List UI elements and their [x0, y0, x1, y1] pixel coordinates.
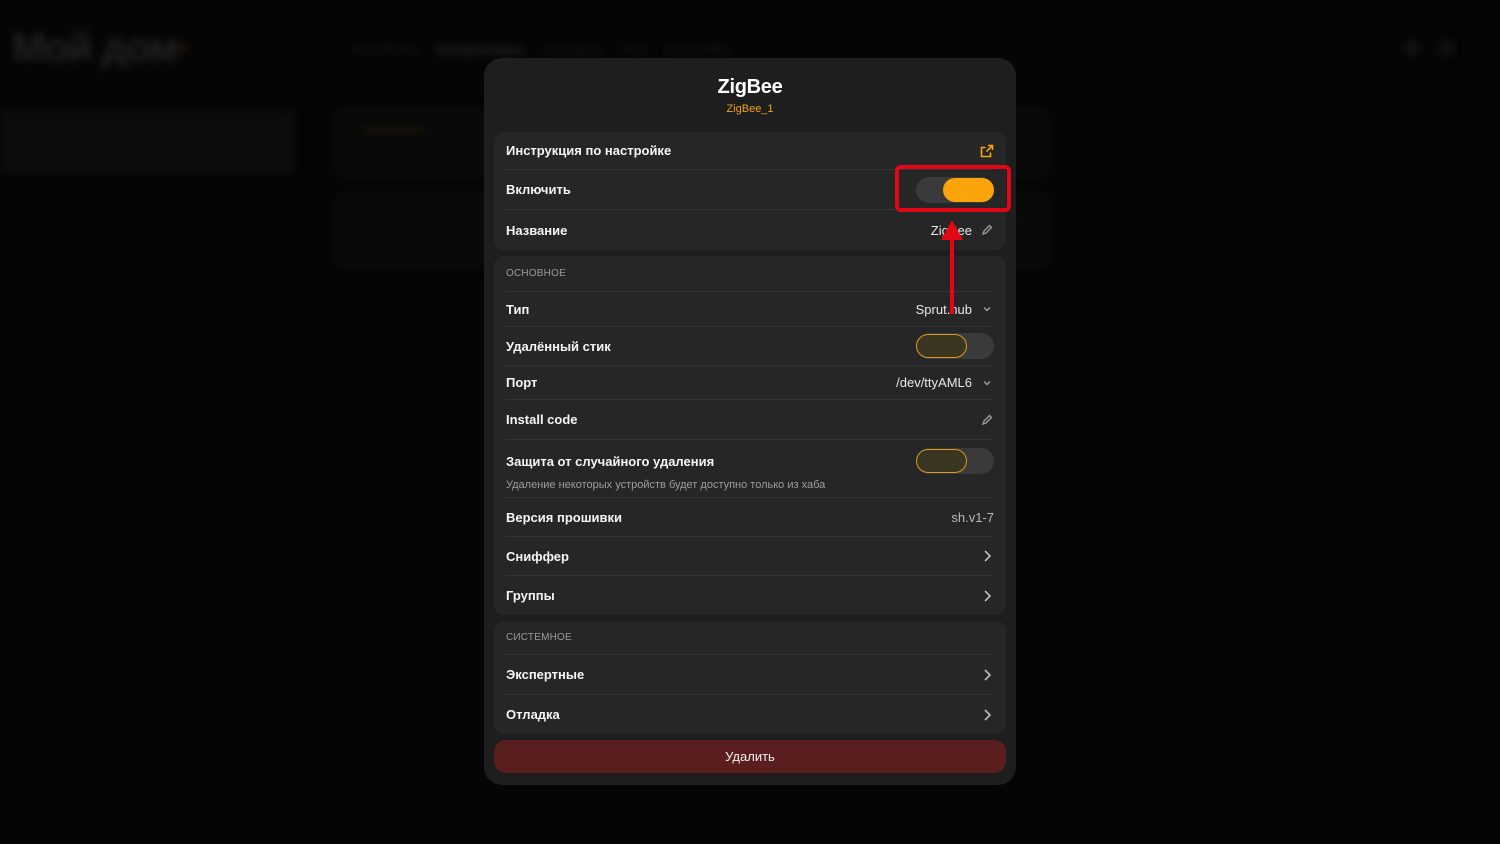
- nav-item: Настройки: [666, 42, 730, 57]
- sidebar-line: [14, 120, 281, 135]
- system-settings-group: СИСТЕМНОЕ Экспертные Отладка: [494, 621, 1006, 734]
- protection-label: Защита от случайного удаления: [506, 453, 715, 469]
- app-title: Мой дом·: [12, 26, 191, 70]
- modal-title: ZigBee: [717, 76, 783, 98]
- remote-stick-row: Удалённый стик: [506, 327, 994, 366]
- toggle-knob: [916, 334, 967, 358]
- firmware-label: Версия прошивки: [506, 509, 623, 525]
- chevron-right-icon[interactable]: [980, 589, 994, 603]
- background-icons: [1404, 40, 1454, 56]
- debug-label: Отладка: [506, 707, 560, 722]
- remote-stick-toggle[interactable]: [916, 333, 994, 359]
- edit-pencil-icon[interactable]: [980, 223, 994, 237]
- type-row[interactable]: Тип Sprut.hub: [506, 292, 994, 327]
- system-section-header: СИСТЕМНОЕ: [506, 621, 994, 655]
- enable-label: Включить: [506, 182, 571, 197]
- protection-toggle[interactable]: [916, 448, 994, 474]
- expert-row[interactable]: Экспертные: [506, 655, 994, 695]
- arrow-head: [941, 220, 963, 240]
- firmware-row: Версия прошивки sh.v1-7: [506, 498, 994, 537]
- delete-button[interactable]: Удалить: [494, 740, 1006, 773]
- install-code-label: Install code: [506, 412, 578, 427]
- name-label: Название: [506, 222, 568, 238]
- edit-pencil-icon[interactable]: [980, 413, 994, 427]
- sniffer-row[interactable]: Сниффер: [506, 537, 994, 576]
- nav-item: Контроллеры: [436, 42, 525, 57]
- highlight-box: [895, 165, 1011, 212]
- toggle-knob: [916, 449, 967, 473]
- chevron-down-icon[interactable]: [980, 376, 994, 390]
- port-value: /dev/ttyAML6: [896, 375, 972, 390]
- chevron-right-icon[interactable]: [980, 668, 994, 682]
- firmware-value: sh.v1-7: [951, 509, 994, 525]
- protection-row: Защита от случайного удаления Удаление н…: [506, 440, 994, 498]
- main-section-header: ОСНОВНОЕ: [506, 256, 994, 292]
- protection-hint: Удаление некоторых устройств будет досту…: [506, 479, 826, 491]
- section-title: СИСТЕМНОЕ: [506, 632, 572, 643]
- port-label: Порт: [506, 375, 538, 390]
- nav-item: Логи: [620, 42, 649, 57]
- background-sidebar: [0, 110, 295, 174]
- chevron-down-icon[interactable]: [980, 302, 994, 316]
- external-link-icon[interactable]: [980, 144, 994, 158]
- modal-header: ZigBee ZigBee_1: [494, 58, 1006, 132]
- type-value: Sprut.hub: [915, 301, 972, 317]
- name-row[interactable]: Название ZigBee: [506, 210, 994, 250]
- main-settings-group: ОСНОВНОЕ Тип Sprut.hub Удалённый стик По…: [494, 256, 1006, 615]
- chevron-right-icon[interactable]: [980, 708, 994, 722]
- debug-row[interactable]: Отладка: [506, 695, 994, 734]
- sniffer-label: Сниффер: [506, 548, 569, 564]
- background-nav: Устройства Контроллеры Сценарии Логи Нас…: [350, 42, 730, 57]
- modal-subtitle: ZigBee_1: [726, 103, 774, 115]
- remote-stick-label: Удалённый стик: [506, 338, 611, 354]
- expert-label: Экспертные: [506, 667, 585, 682]
- nav-item: Устройства: [350, 42, 419, 57]
- sidebar-line: [14, 145, 281, 159]
- nav-item: Сценарии: [542, 42, 603, 57]
- notification-icon: [1404, 40, 1420, 56]
- instructions-label: Инструкция по настройке: [506, 143, 672, 158]
- port-row[interactable]: Порт /dev/ttyAML6: [506, 366, 994, 400]
- type-label: Тип: [506, 301, 530, 317]
- groups-label: Группы: [506, 588, 555, 603]
- settings-icon: [1438, 40, 1454, 56]
- chevron-right-icon[interactable]: [980, 549, 994, 563]
- install-code-row[interactable]: Install code: [506, 400, 994, 440]
- groups-row[interactable]: Группы: [506, 576, 994, 615]
- section-title: ОСНОВНОЕ: [506, 268, 566, 279]
- arrow-shaft: [950, 238, 954, 314]
